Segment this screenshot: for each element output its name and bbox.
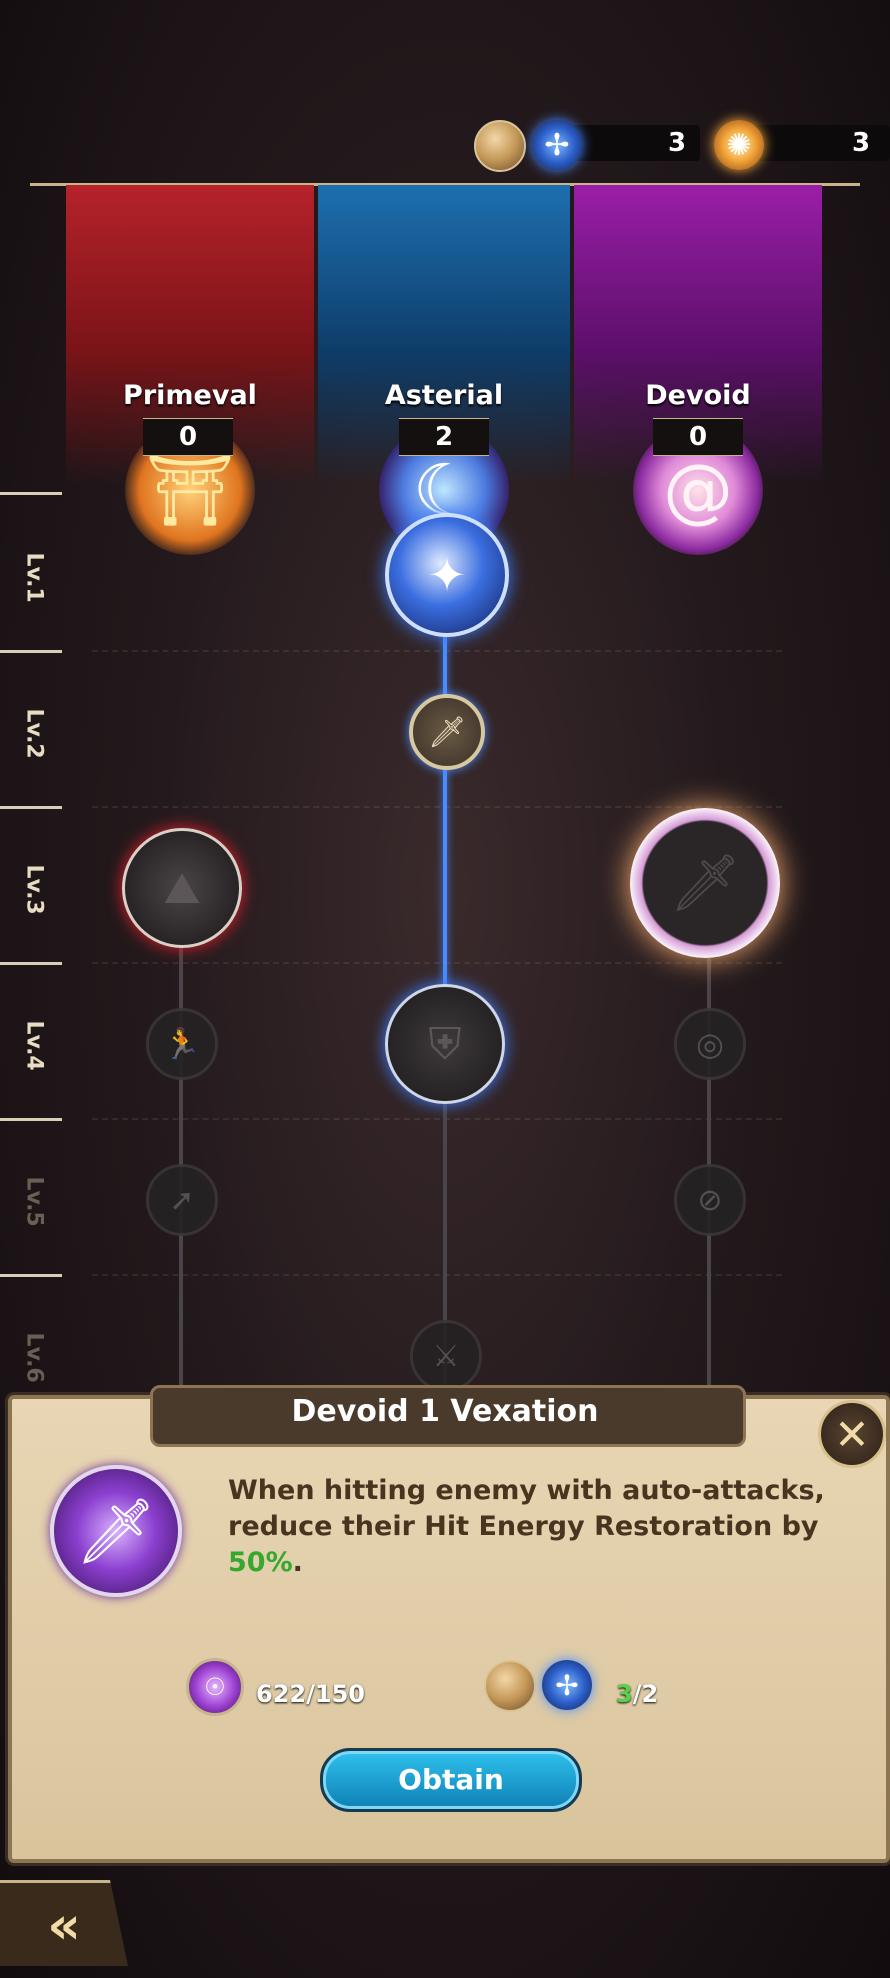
level-tick: [0, 1274, 62, 1277]
close-icon: ✕: [834, 1409, 870, 1459]
devoid-vexation-skill-icon: 🗡: [50, 1465, 182, 1597]
devoid-count: 0: [653, 418, 743, 456]
devoid-label: Devoid: [645, 380, 751, 411]
primeval-point-count: 3: [852, 128, 871, 158]
arrow-up-icon: ➚: [169, 1182, 195, 1218]
level-label-6: Lv.6: [21, 1332, 47, 1383]
purple-flaming-sword-icon: 🗡: [75, 1494, 157, 1569]
asterial-point-icon: ✢: [542, 1660, 592, 1710]
point-requirement-need: /2: [632, 1680, 659, 1708]
crossed-target-icon: ⊘: [697, 1182, 723, 1218]
devoid-lv3-skill-node-selected[interactable]: 🗡: [630, 808, 780, 958]
close-button[interactable]: ✕: [818, 1400, 886, 1468]
point-requirement-have: 3: [616, 1680, 633, 1708]
asterial-path-line: [443, 620, 447, 1040]
devoid-lv5-skill-node[interactable]: ⊘: [674, 1164, 746, 1236]
devoid-essence-icon: ☉: [186, 1658, 244, 1716]
primeval-label: Primeval: [123, 380, 257, 411]
dagger-icon: 🗡: [427, 714, 467, 750]
obtain-button[interactable]: Obtain: [320, 1748, 582, 1812]
asterial-count: 2: [399, 418, 489, 456]
row-divider: [92, 962, 782, 964]
level-label-1: Lv.1: [21, 552, 47, 603]
level-tick: [0, 650, 62, 653]
asterial-lv6-skill-node[interactable]: ⚔: [410, 1320, 482, 1392]
mountain-icon: ⛰: [163, 862, 201, 914]
skill-description-value: 50%: [228, 1547, 293, 1578]
skill-description-end: .: [292, 1547, 303, 1578]
back-button[interactable]: «: [0, 1880, 128, 1966]
level-label-3: Lv.3: [21, 864, 47, 915]
asterial-point-count: 3: [668, 128, 687, 158]
devoid-lv4-skill-node[interactable]: ◎: [674, 1008, 746, 1080]
sword-stack-icon: ⚔: [432, 1338, 460, 1374]
level-tick: [0, 962, 62, 965]
skill-title: Devoid 1 Vexation: [291, 1394, 599, 1429]
back-arrow-icon: «: [47, 1896, 81, 1956]
primeval-emblem-icon: ✺: [714, 120, 764, 170]
point-requirement: 3/2: [616, 1680, 658, 1708]
row-divider: [92, 1274, 782, 1276]
skill-description-text: When hitting enemy with auto-attacks, re…: [228, 1475, 825, 1542]
running-figure-icon: 🏃: [163, 1026, 201, 1062]
level-tick: [0, 806, 62, 809]
hero-avatar[interactable]: [474, 120, 526, 172]
sword-shield-heal-icon: ⛨: [428, 1018, 462, 1070]
asterial-lv2-skill-node[interactable]: 🗡: [409, 694, 485, 770]
row-divider: [92, 1118, 782, 1120]
row-divider: [92, 650, 782, 652]
level-tick: [0, 492, 62, 495]
level-tick: [0, 1118, 62, 1121]
asterial-label: Asterial: [384, 380, 504, 411]
level-label-4: Lv.4: [21, 1020, 47, 1071]
level-label-5: Lv.5: [21, 1176, 47, 1227]
essence-cost: 622/150: [256, 1680, 365, 1708]
hero-avatar-small: [484, 1660, 536, 1712]
asterial-lv1-skill-node[interactable]: ✦: [385, 513, 509, 637]
target-icon: ◎: [696, 1025, 724, 1063]
primeval-lv4-skill-node[interactable]: 🏃: [146, 1008, 218, 1080]
primeval-count: 0: [143, 418, 233, 456]
asterial-emblem-icon: ✢: [532, 120, 582, 170]
level-label-2: Lv.2: [21, 708, 47, 759]
primeval-lv3-skill-node[interactable]: ⛰: [122, 828, 242, 948]
skill-description: When hitting enemy with auto-attacks, re…: [228, 1473, 828, 1581]
flaming-sword-icon: 🗡: [669, 851, 741, 916]
primeval-lv5-skill-node[interactable]: ➚: [146, 1164, 218, 1236]
asterial-lv4-skill-node[interactable]: ⛨: [385, 984, 505, 1104]
wave-star-icon: ✦: [427, 548, 467, 602]
